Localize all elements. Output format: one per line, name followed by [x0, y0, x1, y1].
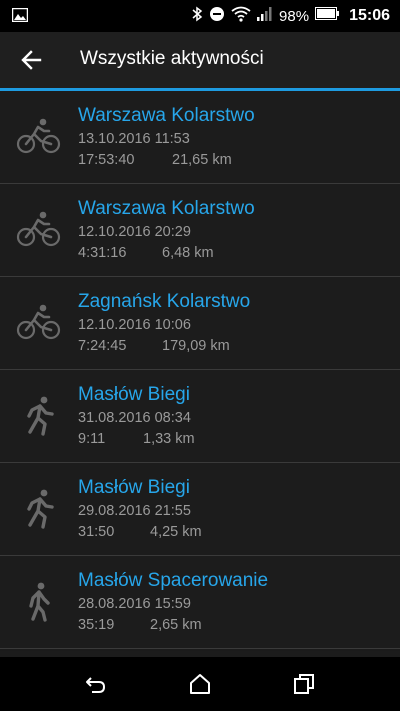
activity-date: 31.08.2016 08:34: [78, 410, 191, 426]
list-item[interactable]: Warszawa Kolarstwo 13.10.2016 11:53 17:5…: [0, 91, 400, 184]
signal-icon: [257, 6, 273, 26]
activity-distance: 21,65 km: [172, 152, 232, 168]
activity-date: 13.10.2016 11:53: [78, 131, 190, 147]
clock: 15:06: [349, 7, 390, 24]
battery-icon: [315, 7, 340, 25]
activity-title: Warszawa Kolarstwo: [78, 198, 255, 219]
activity-distance: 4,25 km: [150, 524, 202, 540]
activity-date: 12.10.2016 10:06: [78, 317, 191, 333]
activity-date: 29.08.2016 21:55: [78, 503, 191, 519]
running-icon: [16, 396, 62, 436]
activity-duration: 31:50: [78, 524, 115, 540]
activity-date: 12.10.2016 20:29: [78, 224, 191, 240]
wifi-icon: [231, 6, 251, 27]
bike-icon: [16, 117, 62, 157]
bike-icon: [16, 303, 62, 343]
activity-title: Masłów Biegi: [78, 384, 190, 405]
activity-duration: 4:31:16: [78, 245, 127, 261]
status-bar: 98% 15:06: [0, 0, 400, 32]
system-nav-bar: [0, 657, 400, 711]
activity-list: Warszawa Kolarstwo 13.10.2016 11:53 17:5…: [0, 91, 400, 649]
activity-title: Masłów Spacerowanie: [78, 570, 269, 591]
activity-duration: 17:53:40: [78, 152, 135, 168]
recent-apps-icon[interactable]: [292, 672, 316, 696]
walking-icon: [16, 582, 62, 622]
activity-date: 28.08.2016 15:59: [78, 596, 191, 612]
list-item[interactable]: Masłów Biegi 31.08.2016 08:34 9:11 1,33 …: [0, 370, 400, 463]
activity-duration: 9:11: [78, 431, 106, 447]
activity-distance: 1,33 km: [143, 431, 195, 447]
activity-title: Warszawa Kolarstwo: [78, 105, 255, 126]
list-item[interactable]: Warszawa Kolarstwo 12.10.2016 20:29 4:31…: [0, 184, 400, 277]
back-arrow-icon[interactable]: [18, 46, 46, 74]
do-not-disturb-icon: [209, 6, 225, 27]
gallery-notification-icon: [11, 7, 29, 27]
activity-distance: 2,65 km: [150, 617, 202, 633]
app-bar: Wszystkie aktywności: [0, 32, 400, 88]
activity-distance: 6,48 km: [162, 245, 214, 261]
back-nav-icon[interactable]: [84, 672, 108, 696]
battery-percent: 98%: [279, 7, 310, 25]
list-item[interactable]: Masłów Biegi 29.08.2016 21:55 31:50 4,25…: [0, 463, 400, 556]
activity-title: Zagnańsk Kolarstwo: [78, 291, 251, 312]
list-item[interactable]: Masłów Spacerowanie 28.08.2016 15:59 35:…: [0, 556, 400, 649]
running-icon: [16, 489, 62, 529]
activity-title: Masłów Biegi: [78, 477, 190, 498]
home-nav-icon[interactable]: [188, 672, 212, 696]
bike-icon: [16, 210, 62, 250]
bluetooth-icon: [191, 6, 203, 27]
activity-distance: 179,09 km: [162, 338, 230, 354]
activity-duration: 7:24:45: [78, 338, 127, 354]
page-title: Wszystkie aktywności: [80, 48, 264, 69]
list-item[interactable]: Zagnańsk Kolarstwo 12.10.2016 10:06 7:24…: [0, 277, 400, 370]
activity-duration: 35:19: [78, 617, 115, 633]
